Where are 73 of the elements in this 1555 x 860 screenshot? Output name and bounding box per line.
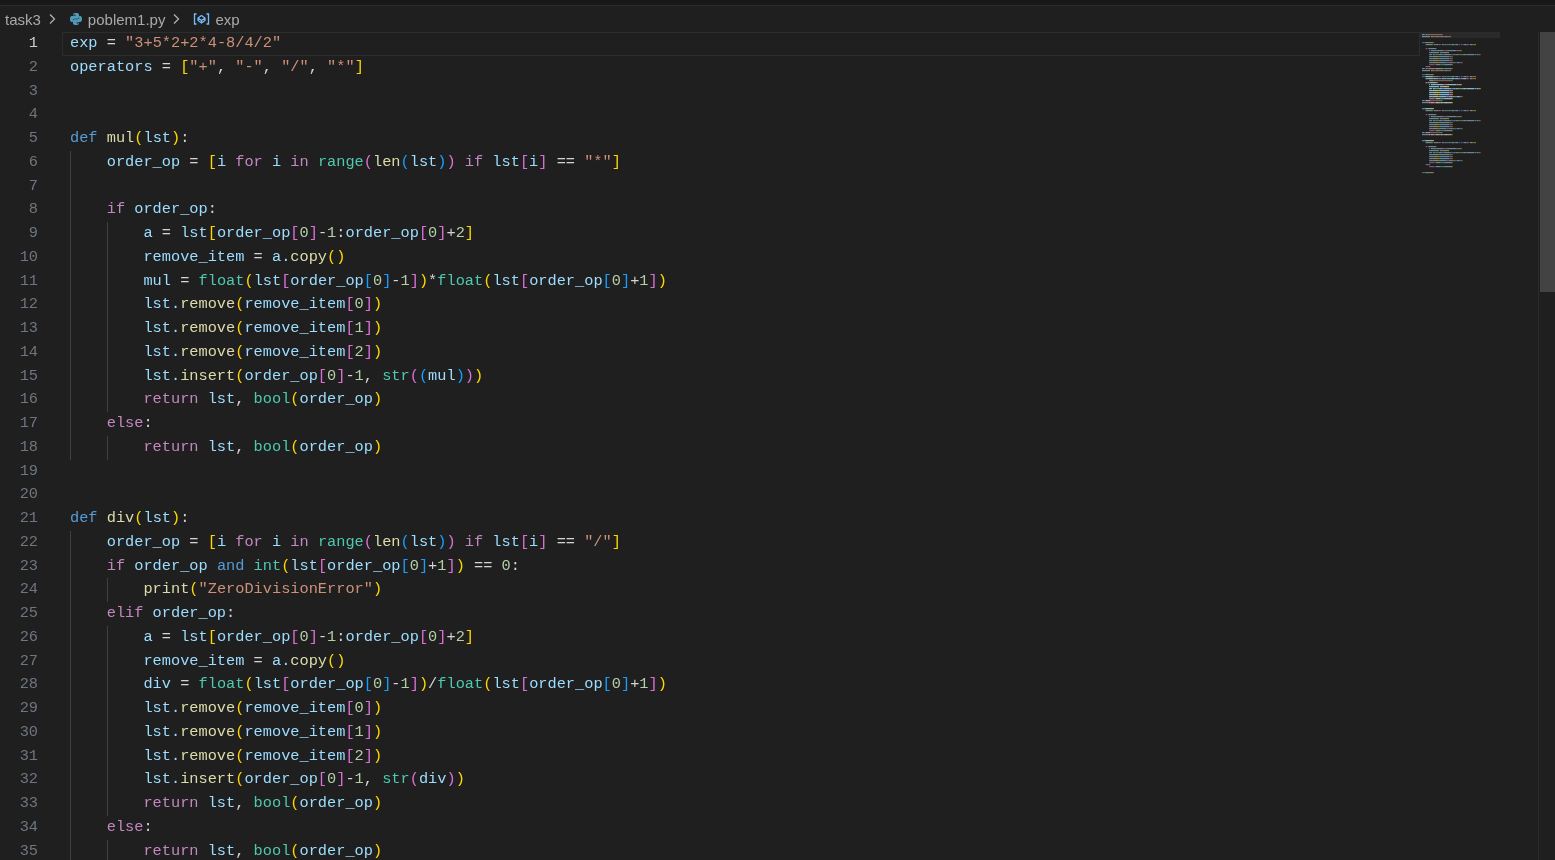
line-number: 16 bbox=[18, 389, 38, 411]
line-number: 2 bbox=[27, 56, 38, 78]
breadcrumb-item[interactable]: exp bbox=[215, 10, 240, 28]
code-line: print("ZeroDivisionError") bbox=[143, 579, 383, 601]
code-line: def mul(lst): bbox=[70, 128, 190, 149]
code-line: order_op = [i for i in range(len(lst)) if lst[i] == "/"] bbox=[106, 531, 621, 553]
code-line: return lst, bool(order_op) bbox=[143, 436, 383, 458]
code-line: order_op = [i for i in range(len(lst)) if lst[i] == "*"] bbox=[106, 151, 621, 173]
code-line: else: bbox=[106, 413, 153, 434]
code-line: if order_op: bbox=[106, 199, 217, 221]
line-number: 5 bbox=[27, 128, 38, 149]
code-line: return lst, bool(order_op) bbox=[143, 793, 383, 814]
breadcrumb-item[interactable]: poblem1.py bbox=[87, 10, 166, 28]
chevron-right-icon bbox=[172, 13, 181, 25]
code-line: lst.remove(remove_item[0]) bbox=[143, 698, 383, 719]
scrollbar-thumb[interactable] bbox=[1540, 32, 1555, 292]
line-number: 7 bbox=[27, 175, 38, 197]
code-line: elif order_op: bbox=[106, 603, 236, 624]
line-number: 29 bbox=[18, 698, 38, 719]
code-line: def div(lst): bbox=[70, 508, 190, 529]
line-number: 3 bbox=[27, 80, 38, 102]
code-line: lst.remove(remove_item[2]) bbox=[143, 341, 383, 363]
line-number: 27 bbox=[18, 650, 38, 672]
line-number: 12 bbox=[18, 294, 38, 316]
breadcrumb-item[interactable]: task3 bbox=[5, 10, 41, 28]
line-number: 23 bbox=[18, 555, 38, 577]
variable-icon bbox=[193, 12, 211, 26]
line-number: 10 bbox=[18, 246, 38, 268]
code-line: a = lst[order_op[0]-1:order_op[0]+2] bbox=[143, 223, 475, 244]
code-line: lst.remove(remove_item[2]) bbox=[143, 745, 383, 767]
line-number: 25 bbox=[18, 603, 38, 624]
code-line: return lst, bool(order_op) bbox=[143, 840, 383, 860]
code-line: remove_item = a.copy() bbox=[143, 650, 346, 672]
python-icon bbox=[68, 12, 83, 26]
line-number: 11 bbox=[18, 270, 38, 292]
code-line: div = float(lst[order_op[0]-1])/float(lst[order_op[0]+1]) bbox=[143, 674, 667, 696]
line-number: 35 bbox=[18, 840, 38, 860]
line-number: 34 bbox=[18, 816, 38, 838]
code-line: lst.remove(remove_item[0]) bbox=[143, 294, 383, 316]
line-number: 31 bbox=[18, 745, 38, 767]
code-line: return lst, bool(order_op) bbox=[143, 389, 383, 411]
line-number: 1 bbox=[27, 33, 38, 54]
line-number: 18 bbox=[18, 436, 38, 458]
line-number: 15 bbox=[18, 365, 38, 387]
code-line: remove_item = a.copy() bbox=[143, 246, 346, 268]
line-number: 4 bbox=[27, 104, 38, 126]
code-line: if order_op and int(lst[order_op[0]+1]) == 0: bbox=[106, 555, 520, 577]
code-line: lst.insert(order_op[0]-1, str((mul))) bbox=[143, 365, 484, 387]
line-number: 19 bbox=[18, 460, 38, 482]
code-line: else: bbox=[106, 816, 153, 838]
line-number: 6 bbox=[27, 151, 38, 173]
line-number: 28 bbox=[18, 674, 38, 696]
line-number: 14 bbox=[18, 341, 38, 363]
line-number: 33 bbox=[18, 793, 38, 814]
code-line: a = lst[order_op[0]-1:order_op[0]+2] bbox=[143, 626, 475, 648]
line-number: 32 bbox=[18, 769, 38, 791]
code-line: lst.remove(remove_item[1]) bbox=[143, 318, 383, 339]
code-line: mul = float(lst[order_op[0]-1])*float(lst[order_op[0]+1]) bbox=[143, 270, 667, 292]
line-number: 26 bbox=[18, 626, 38, 648]
code-line: lst.remove(remove_item[1]) bbox=[143, 721, 383, 743]
line-number: 21 bbox=[18, 508, 38, 529]
code-line: exp = "3+5*2+2*4-8/4/2" bbox=[70, 33, 282, 54]
line-number: 22 bbox=[18, 531, 38, 553]
line-number: 20 bbox=[18, 484, 38, 506]
line-number: 30 bbox=[18, 721, 38, 743]
code-line: lst.insert(order_op[0]-1, str(div)) bbox=[143, 769, 465, 791]
line-number: 24 bbox=[18, 579, 38, 601]
line-number: 17 bbox=[18, 413, 38, 434]
line-number: 9 bbox=[27, 223, 38, 244]
line-number: 8 bbox=[27, 199, 38, 221]
chevron-right-icon bbox=[47, 13, 56, 25]
code-line: operators = ["+", "-", "/", "*"] bbox=[70, 56, 364, 78]
line-number: 13 bbox=[18, 318, 38, 339]
